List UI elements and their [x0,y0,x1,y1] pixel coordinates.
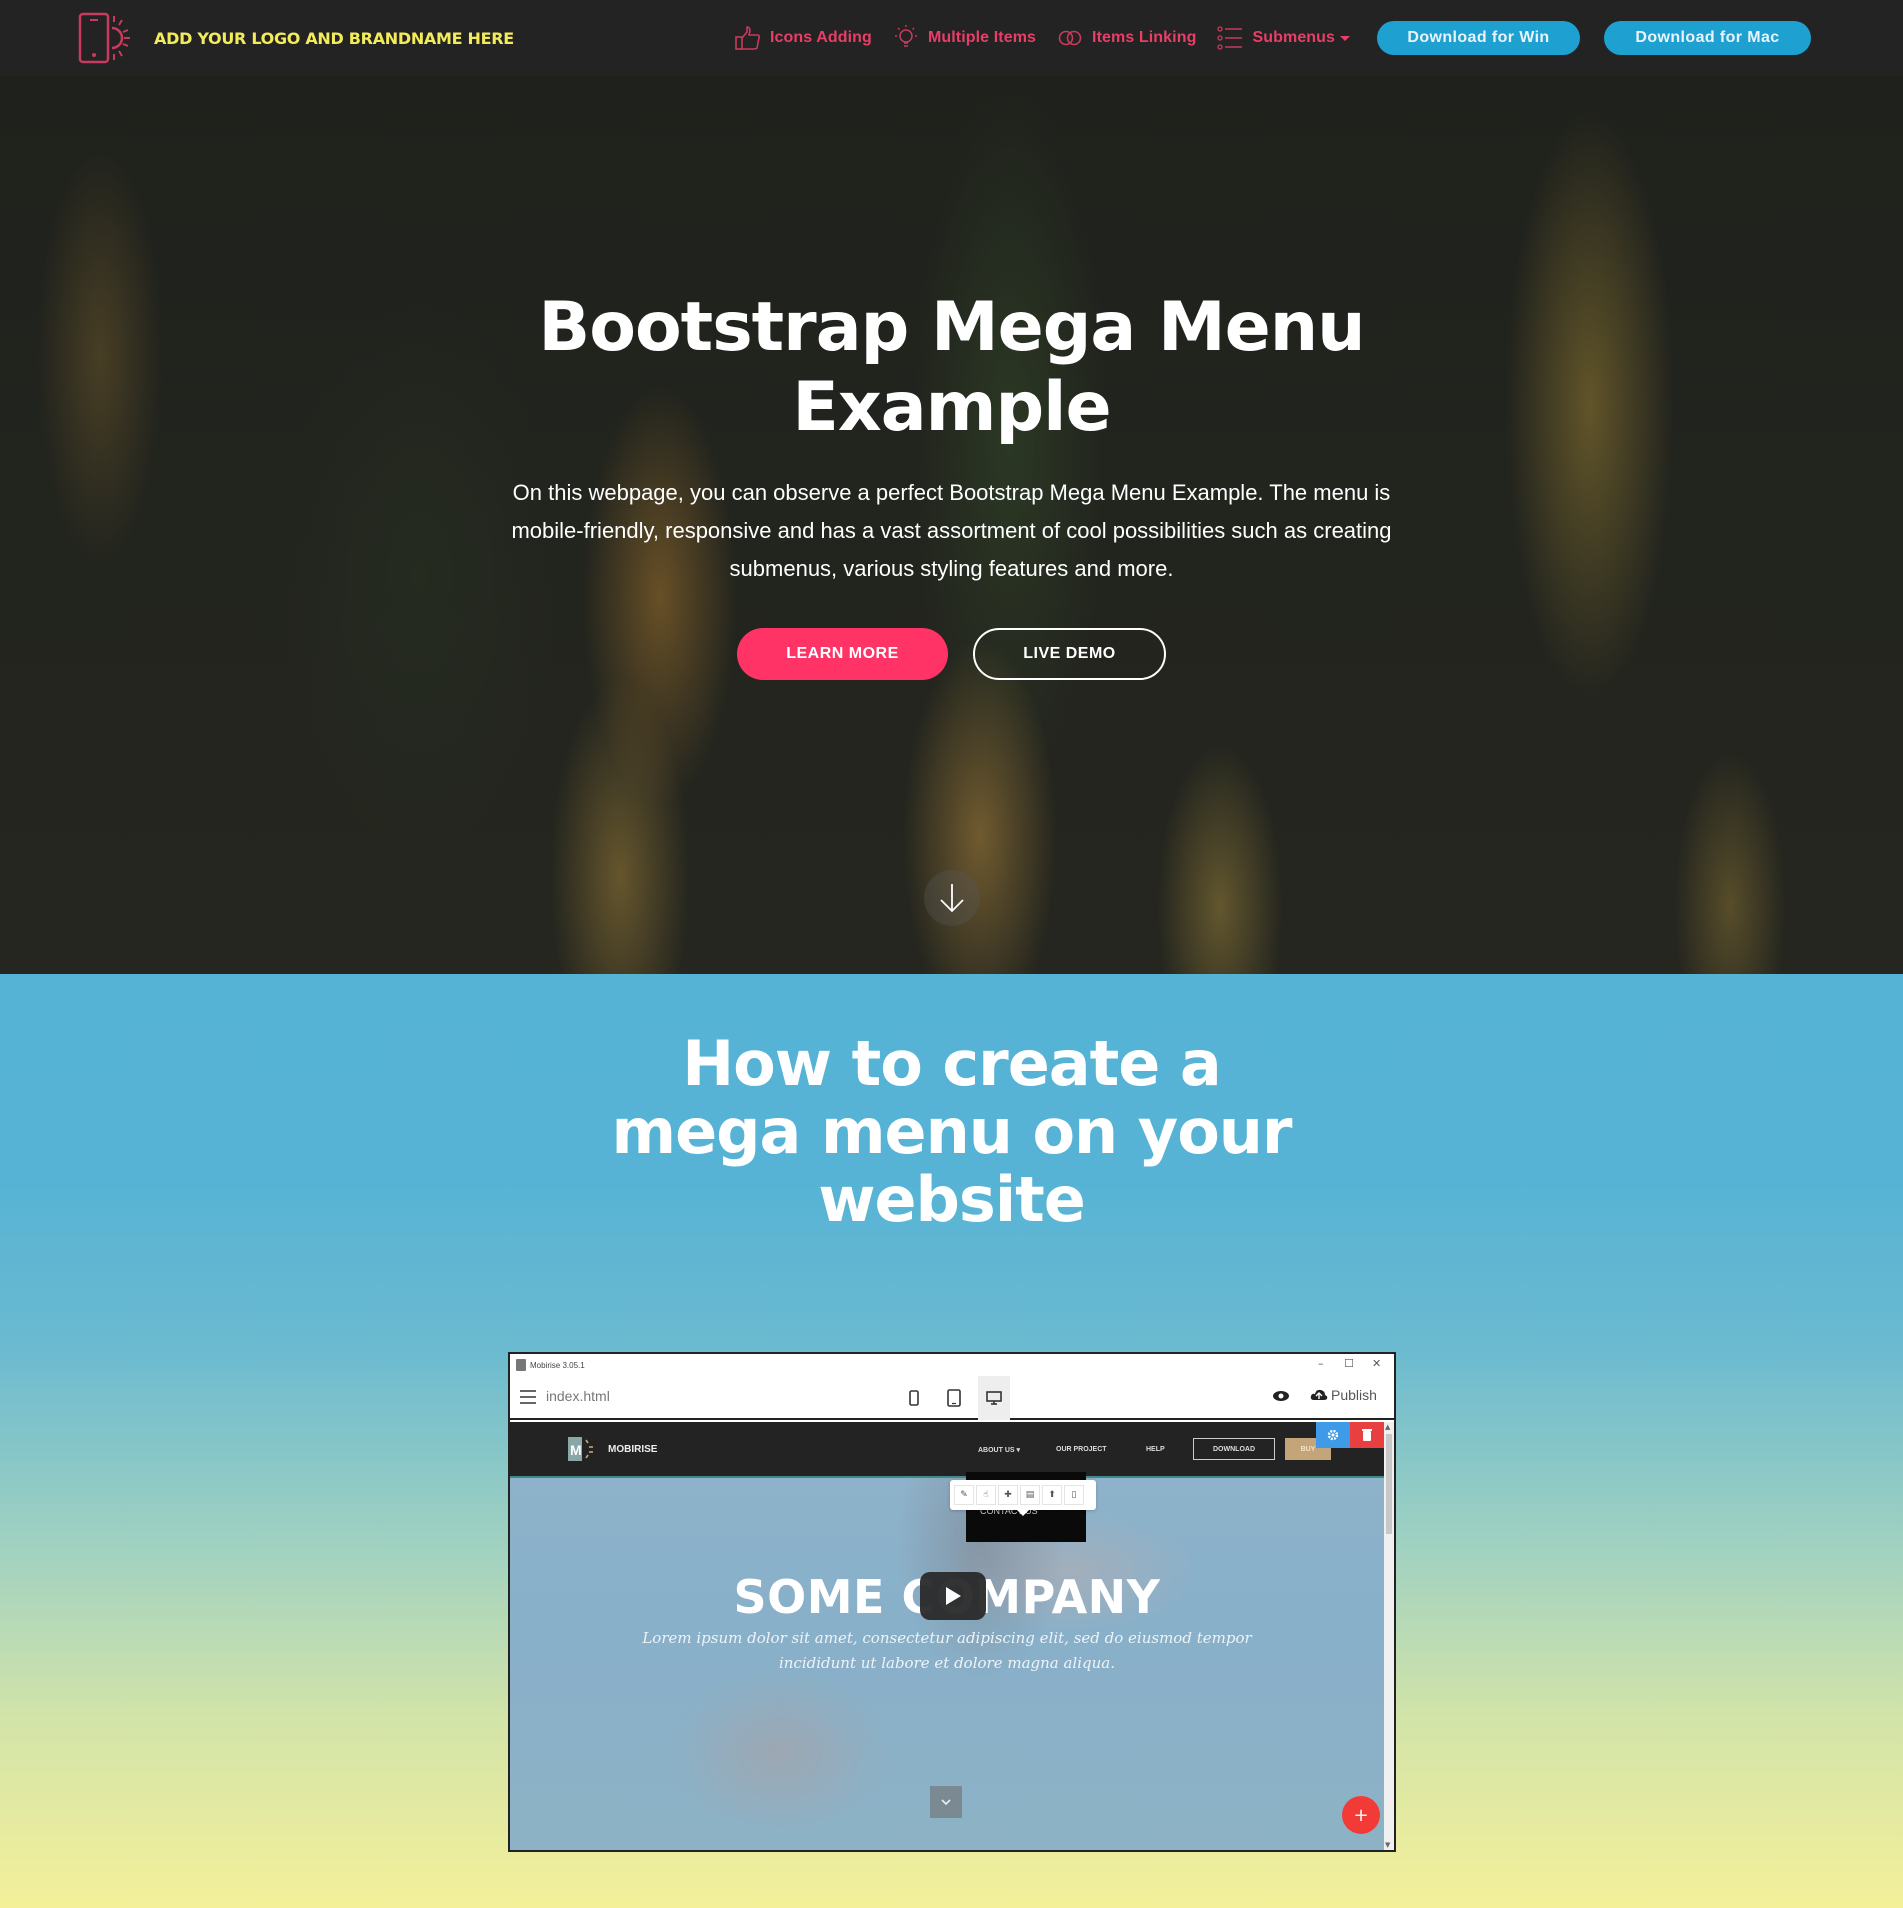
hero-title: Bootstrap Mega Menu Example [0,288,1903,448]
close-icon[interactable]: ✕ [1372,1357,1381,1370]
eye-icon [1273,1391,1289,1401]
site-download-button[interactable]: DOWNLOAD [1193,1438,1275,1460]
hero-section: Bootstrap Mega Menu Example On this webp… [0,76,1903,974]
site-body-text: Lorem ipsum dolor sit amet, consectetur … [642,1629,1252,1672]
site-scroll-down-button[interactable] [930,1786,962,1818]
scrollbar-thumb[interactable] [1386,1434,1392,1534]
live-demo-button[interactable]: LIVE DEMO [973,628,1166,680]
section-title-line1: How to create a [682,1027,1221,1100]
arrow-down-icon [940,884,964,913]
nav-item-multiple-items[interactable]: Multiple Items [892,24,1036,52]
phone-sun-icon [78,12,130,64]
tablet-view-button[interactable] [938,1376,970,1420]
nav-item-label: Multiple Items [927,29,1037,46]
scroll-down-icon[interactable]: ▼ [1385,1841,1390,1849]
navbar: ADD YOUR LOGO AND BRANDNAME HERE Icons A… [0,0,1903,76]
window-title: Mobirise 3.05.1 [530,1360,585,1370]
trash-icon [1362,1429,1372,1441]
add-item-icon[interactable]: ✚ [998,1485,1018,1505]
minimize-icon[interactable]: – [1318,1357,1324,1370]
gear-icon [1327,1429,1339,1441]
app-icon [516,1359,526,1371]
site-link-about[interactable]: ABOUT US ▾ [978,1446,1020,1454]
logo-letter: M [570,1442,582,1458]
hero-title-line2: Example [792,368,1111,447]
section-title-line3: website [818,1163,1086,1236]
site-link-project[interactable]: OUR PROJECT [1056,1446,1107,1453]
site-brand: MOBIRISE [608,1444,658,1455]
play-icon [946,1587,961,1605]
add-block-button[interactable]: + [1342,1796,1380,1834]
desktop-view-button[interactable] [978,1376,1010,1420]
move-up-icon[interactable]: ⬆ [1042,1485,1062,1505]
add-submenu-icon[interactable]: ▤ [1020,1485,1040,1505]
preview-scrollbar[interactable]: ▲ ▼ [1384,1422,1394,1850]
nav-item-label: Items Linking [1092,29,1197,46]
learn-more-button[interactable]: LEARN MORE [737,628,948,680]
section-title: How to create a mega menu on your websit… [0,1030,1903,1234]
nav-item-items-linking[interactable]: Items Linking [1056,24,1196,52]
site-navbar: M MOBIRISE ABOUT US ▾ OUR PROJECT HELP D… [510,1422,1384,1478]
thumbs-up-icon [735,26,761,50]
chevron-down-icon [941,1799,951,1806]
preview-button[interactable] [1272,1388,1290,1407]
hero-title-line1: Bootstrap Mega Menu [538,288,1365,367]
hero-text: On this webpage, you can observe a perfe… [511,480,1392,581]
tablet-icon [947,1389,961,1407]
brand[interactable]: ADD YOUR LOGO AND BRANDNAME HERE [78,12,514,64]
video-play-button[interactable] [920,1572,986,1620]
caret-down-icon [1340,35,1351,41]
nav-item-icons-adding[interactable]: Icons Adding [734,24,872,52]
download-mac-button[interactable]: Download for Mac [1604,21,1811,55]
mobile-view-button[interactable] [898,1376,930,1420]
block-settings-button[interactable] [1316,1422,1350,1448]
inline-edit-toolbar: ✎ ☝ ✚ ▤ ⬆ ▯ [950,1480,1096,1516]
block-delete-button[interactable] [1350,1422,1384,1448]
brand-name: ADD YOUR LOGO AND BRANDNAME HERE [154,28,514,48]
maximize-icon[interactable]: ☐ [1344,1357,1354,1370]
publish-button[interactable]: Publish [1310,1387,1377,1403]
nav-item-label: Icons Adding [770,29,872,46]
scroll-down-button[interactable] [924,870,980,926]
nav-links: Icons Adding Multiple Items Items Linkin… [734,22,1370,54]
nav-item-label: Submenus [1252,29,1336,46]
list-icon [1217,26,1243,50]
delete-item-icon[interactable]: ▯ [1064,1485,1084,1505]
site-link-help[interactable]: HELP [1146,1446,1165,1453]
desktop-icon [986,1391,1002,1405]
section-title-line2: mega menu on your [611,1095,1292,1168]
file-name: index.html [546,1388,610,1404]
link-edit-icon[interactable]: ✎ [954,1485,974,1505]
how-to-section: How to create a mega menu on your websit… [0,974,1903,1908]
mobirise-logo-icon: M [568,1437,593,1461]
nav-item-submenus[interactable]: Submenus [1216,24,1351,52]
site-preview: M MOBIRISE ABOUT US ▾ OUR PROJECT HELP D… [510,1422,1384,1850]
mobile-icon [909,1390,919,1406]
window-titlebar: Mobirise 3.05.1 – ☐ ✕ [510,1354,1394,1376]
cloud-upload-icon [1310,1389,1328,1400]
publish-label: Publish [1331,1387,1377,1403]
scroll-up-icon[interactable]: ▲ [1385,1423,1390,1431]
icon-picker-icon[interactable]: ☝ [976,1485,996,1505]
lightbulb-icon [894,25,917,47]
editor-toolbar: index.html Publish [510,1376,1394,1420]
hamburger-menu-icon[interactable] [520,1390,536,1404]
link-icon [1058,30,1082,46]
download-win-button[interactable]: Download for Win [1377,21,1580,55]
app-screenshot: Mobirise 3.05.1 – ☐ ✕ index.html Publish [508,1352,1396,1852]
